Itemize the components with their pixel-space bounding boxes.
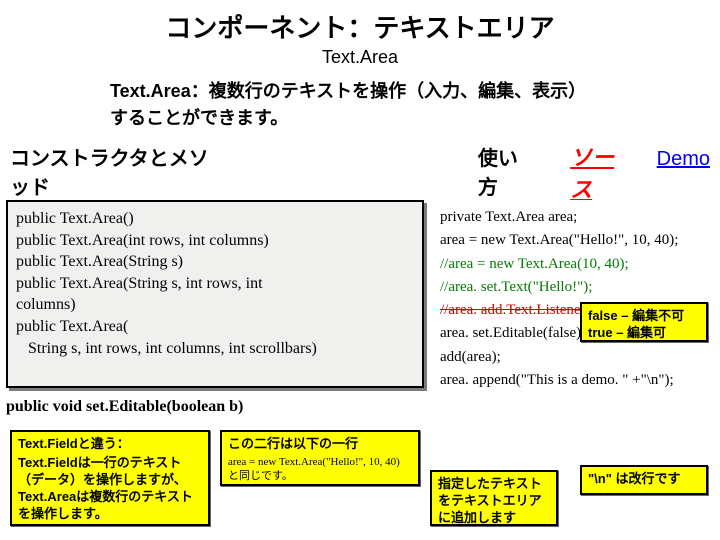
slide-subtitle: Text.Area — [0, 47, 720, 68]
slide-title: コンポーネント：テキストエリア — [0, 0, 720, 45]
sig-4b: columns) — [16, 294, 414, 316]
sig-3: public Text.Area(String s) — [16, 251, 414, 273]
sig-1: public Text.Area() — [16, 208, 414, 230]
callout-textfield-diff: Text.Fieldと違う： Text.Fieldは一行のテキスト（データ）を操… — [10, 430, 210, 526]
usage-4: //area. set.Text("Hello!"); — [440, 276, 706, 299]
callout-newline: "\n" は改行です — [580, 465, 708, 495]
note2-body: area = new Text.Area("Hello!", 10, 40) と… — [228, 455, 412, 484]
callout-two-lines: この二行は以下の一行 area = new Text.Area("Hello!"… — [220, 430, 420, 486]
note3-body: 指定したテキストをテキストエリアに追加します — [438, 476, 550, 527]
description: Text.Area：複数行のテキストを操作（入力、編集、表示） することができま… — [110, 78, 720, 132]
sig-4a: public Text.Area(String s, int rows, int — [16, 273, 414, 295]
usage-1: private Text.Area area; — [440, 206, 706, 229]
usage-panel: private Text.Area area; area = new Text.… — [432, 200, 714, 398]
desc-label: Text.Area： — [110, 81, 209, 101]
note5-body: "\n" は改行です — [588, 471, 700, 488]
header-usage: 使い方 — [478, 142, 530, 200]
section-headers: コンストラクタとメソッド 使い方 ソース Demo — [0, 140, 720, 204]
desc-line1: 複数行のテキストを操作（入力、編集、表示） — [209, 81, 586, 101]
sig-2: public Text.Area(int rows, int columns) — [16, 230, 414, 252]
sig-5a: public Text.Area( — [16, 316, 414, 338]
desc-line2: することができます。 — [110, 108, 288, 128]
sig-5b: String s, int rows, int columns, int scr… — [16, 338, 414, 360]
link-demo[interactable]: Demo — [657, 148, 710, 171]
usage-2: area = new Text.Area("Hello!", 10, 40); — [440, 229, 706, 252]
constructors-panel: public Text.Area() public Text.Area(int … — [6, 200, 424, 388]
callout-append: 指定したテキストをテキストエリアに追加します — [430, 470, 558, 526]
usage-3: //area = new Text.Area(10, 40); — [440, 253, 706, 276]
note4-l1: false – 編集不可 — [588, 308, 700, 325]
usage-8: area. append("This is a demo. " +"\n"); — [440, 369, 706, 392]
note1-title: Text.Fieldと違う： — [18, 436, 202, 453]
note2-title: この二行は以下の一行 — [228, 436, 412, 453]
note4-l2: true – 編集可 — [588, 325, 700, 342]
method-seteditable: public void set.Editable(boolean b) — [6, 398, 243, 416]
note1-body: Text.Fieldは一行のテキスト（データ）を操作しますが、Text.Area… — [18, 455, 202, 523]
callout-editable-meaning: false – 編集不可 true – 編集可 — [580, 302, 708, 342]
link-source[interactable]: ソース — [570, 140, 627, 204]
header-constructors: コンストラクタとメソッド — [10, 142, 218, 200]
usage-7: add(area); — [440, 346, 706, 369]
